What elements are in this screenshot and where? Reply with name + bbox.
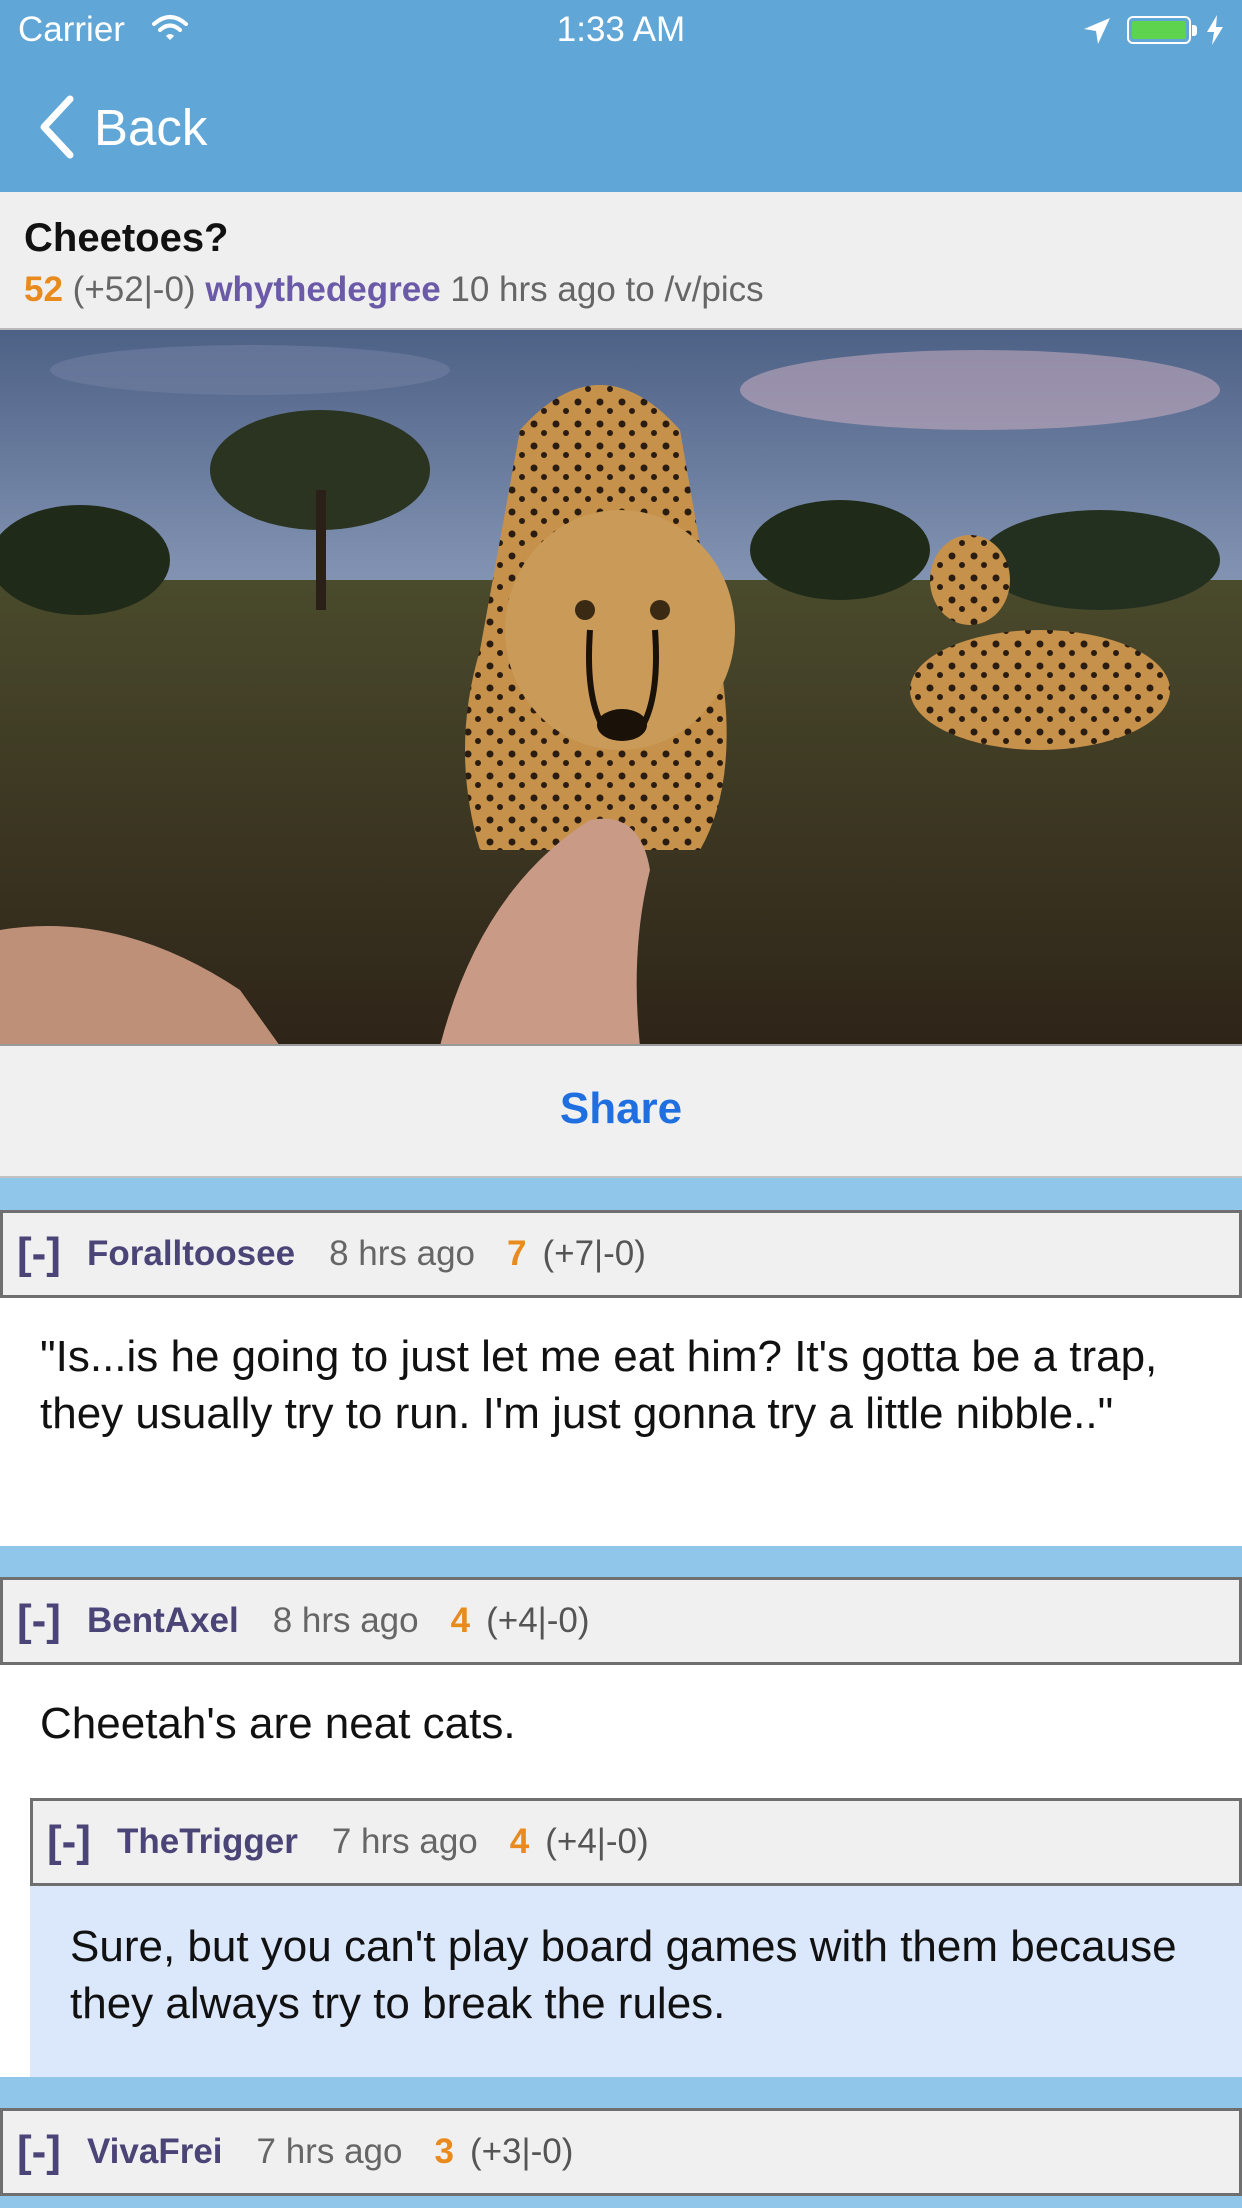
comment-votes: (+4|-0) — [545, 1822, 649, 1861]
post-title: Cheetoes? — [24, 216, 229, 260]
comment-username[interactable]: BentAxel — [87, 1601, 239, 1641]
battery-icon — [1127, 16, 1197, 44]
comment-score: 4 — [450, 1601, 471, 1640]
comment-votes: (+4|-0) — [486, 1601, 590, 1640]
comment-header: [-] VivaFrei 7 hrs ago 3 (+3|-0) — [0, 2108, 1242, 2196]
post-subverse[interactable]: /v/pics — [664, 270, 763, 309]
share-button[interactable]: Share — [0, 1084, 1242, 1134]
comment-score: 7 — [507, 1234, 527, 1273]
post-header: Cheetoes? 52 (+52|-0) whythedegree 10 hr… — [0, 192, 1242, 330]
post-author[interactable]: whythedegree — [205, 270, 440, 309]
comment-votes: (+7|-0) — [542, 1234, 646, 1273]
status-time: 1:33 AM — [556, 10, 686, 49]
post-time: 10 hrs ago — [450, 270, 616, 309]
post-votes: (+52|-0) — [72, 270, 196, 309]
comment-text: "Is...is he going to just let me eat him… — [40, 1332, 1158, 1438]
comment-body: "Is...is he going to just let me eat him… — [0, 1298, 1242, 1546]
comment-username[interactable]: TheTrigger — [117, 1822, 298, 1862]
post-image[interactable] — [0, 330, 1242, 1046]
collapse-toggle[interactable]: [-] — [47, 1817, 91, 1867]
comment-time: 8 hrs ago — [329, 1234, 476, 1273]
comment-votes: (+3|-0) — [469, 2132, 574, 2171]
reply-header: [-] TheTrigger 7 hrs ago 4 (+4|-0) — [30, 1798, 1242, 1886]
comment-text: Cheetah's are neat cats. — [40, 1699, 516, 1748]
status-bar: Carrier 1:33 AM — [0, 0, 1242, 60]
back-button[interactable]: Back — [36, 92, 207, 162]
comment-header: [-] Foralltoosee 8 hrs ago 7 (+7|-0) — [0, 1210, 1242, 1298]
comment-username[interactable]: Foralltoosee — [87, 1234, 295, 1274]
post-to: to — [625, 270, 655, 309]
comment-time: 7 hrs ago — [256, 2132, 403, 2171]
reply-body: Sure, but you can't play board games wit… — [30, 1886, 1242, 2077]
location-arrow-icon — [1084, 18, 1110, 44]
post-score: 52 — [24, 270, 63, 309]
comment-score: 3 — [434, 2132, 454, 2171]
collapse-toggle[interactable]: [-] — [17, 2127, 61, 2177]
back-label: Back — [94, 98, 208, 156]
comment-time: 8 hrs ago — [272, 1601, 419, 1640]
collapse-toggle[interactable]: [-] — [17, 1596, 61, 1646]
comment-time: 7 hrs ago — [331, 1822, 478, 1861]
comment-username[interactable]: VivaFrei — [87, 2132, 223, 2172]
back-chevron-icon — [40, 95, 74, 159]
post-meta: 52 (+52|-0) whythedegree 10 hrs ago to /… — [24, 270, 764, 310]
charging-bolt-icon — [1207, 15, 1223, 45]
share-bar: Share — [0, 1046, 1242, 1178]
collapse-toggle[interactable]: [-] — [17, 1229, 61, 1279]
cheetah-photo — [0, 330, 1242, 1044]
comment-score: 4 — [509, 1822, 530, 1861]
comment-text: Sure, but you can't play board games wit… — [70, 1922, 1177, 2028]
comment-header: [-] BentAxel 8 hrs ago 4 (+4|-0) — [0, 1577, 1242, 1665]
navigation-bar: Carrier 1:33 AM Back — [0, 0, 1242, 192]
